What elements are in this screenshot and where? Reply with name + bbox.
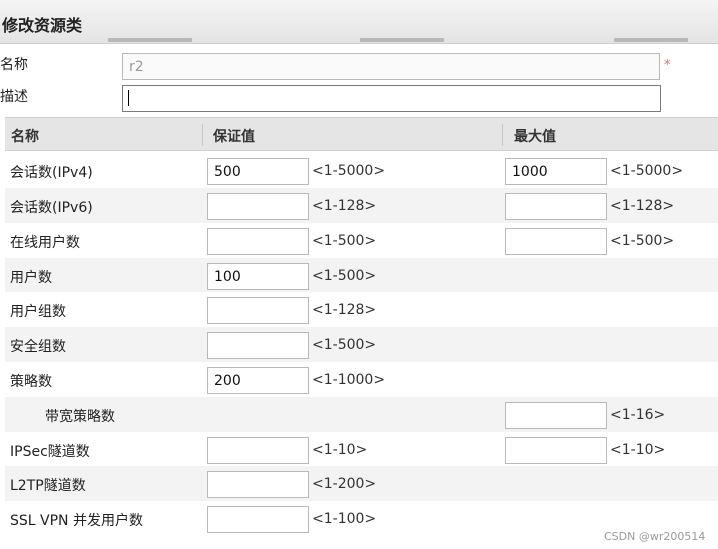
max-range-hint: <1-10> [610, 442, 666, 458]
header-divider [502, 124, 503, 146]
table-row: IPSec隧道数 <1-10> <1-10> [5, 432, 718, 467]
guaranteed-range-hint: <1-500> [312, 337, 377, 353]
watermark: CSDN @wr200514 [604, 530, 706, 543]
guaranteed-range-hint: <1-128> [312, 302, 377, 318]
table-row: 安全组数 <1-500> [5, 327, 718, 362]
description-input[interactable] [122, 85, 661, 112]
table-row: 带宽策略数 <1-16> [5, 397, 718, 432]
row-label: SSL VPN 并发用户数 [10, 513, 143, 529]
guaranteed-range-hint: <1-500> [312, 233, 377, 249]
header-divider [202, 124, 203, 146]
row-label: 会话数(IPv6) [10, 200, 93, 216]
table-row: 策略数 <1-1000> [5, 362, 718, 397]
guaranteed-range-hint: <1-200> [312, 476, 377, 492]
max-value-input[interactable] [505, 402, 607, 429]
max-value-input[interactable] [505, 193, 607, 220]
table-header: 名称 保证值 最大值 [5, 117, 718, 151]
max-value-input[interactable] [505, 228, 607, 255]
guaranteed-value-input[interactable] [207, 158, 309, 185]
table-row: L2TP隧道数 <1-200> [5, 466, 718, 501]
row-label: 用户组数 [10, 304, 66, 320]
name-input[interactable] [122, 53, 660, 80]
table-row: 用户组数 <1-128> [5, 292, 718, 327]
clipped-header-remnant [0, 38, 718, 44]
row-label: 在线用户数 [10, 235, 80, 251]
row-label: IPSec隧道数 [10, 444, 90, 460]
row-label: 带宽策略数 [45, 409, 115, 425]
text-caret [128, 90, 129, 106]
guaranteed-value-input[interactable] [207, 332, 309, 359]
guaranteed-range-hint: <1-128> [312, 198, 377, 214]
row-label: L2TP隧道数 [10, 478, 86, 494]
guaranteed-value-input[interactable] [207, 437, 309, 464]
table-row: 用户数 <1-500> [5, 258, 718, 293]
max-range-hint: <1-16> [610, 407, 666, 423]
max-value-input[interactable] [505, 158, 607, 185]
max-value-input[interactable] [505, 437, 607, 464]
required-indicator: * [664, 58, 671, 73]
dialog-title: 修改资源类 [2, 16, 83, 35]
max-range-hint: <1-5000> [610, 163, 684, 179]
row-label: 会话数(IPv4) [10, 165, 93, 181]
guaranteed-range-hint: <1-500> [312, 268, 377, 284]
max-range-hint: <1-128> [610, 198, 675, 214]
row-label: 安全组数 [10, 339, 66, 355]
max-range-hint: <1-500> [610, 233, 675, 249]
guaranteed-range-hint: <1-1000> [312, 372, 386, 388]
guaranteed-value-input[interactable] [207, 471, 309, 498]
guaranteed-range-hint: <1-100> [312, 511, 377, 527]
table-row: 在线用户数 <1-500> <1-500> [5, 223, 718, 258]
guaranteed-range-hint: <1-10> [312, 442, 368, 458]
table-row: 会话数(IPv6) <1-128> <1-128> [5, 188, 718, 223]
guaranteed-value-input[interactable] [207, 263, 309, 290]
description-label: 描述 [0, 89, 28, 105]
row-label: 用户数 [10, 270, 52, 286]
dialog-titlebar: 修改资源类 [0, 0, 718, 44]
row-label: 策略数 [10, 374, 52, 390]
guaranteed-value-input[interactable] [207, 228, 309, 255]
header-max: 最大值 [514, 129, 556, 145]
header-guaranteed: 保证值 [213, 129, 255, 145]
table-row: 会话数(IPv4) <1-5000> <1-5000> [5, 153, 718, 188]
guaranteed-value-input[interactable] [207, 193, 309, 220]
guaranteed-value-input[interactable] [207, 506, 309, 533]
header-name: 名称 [11, 129, 39, 145]
name-label: 名称 [0, 57, 28, 73]
guaranteed-value-input[interactable] [207, 297, 309, 324]
guaranteed-value-input[interactable] [207, 367, 309, 394]
guaranteed-range-hint: <1-5000> [312, 163, 386, 179]
